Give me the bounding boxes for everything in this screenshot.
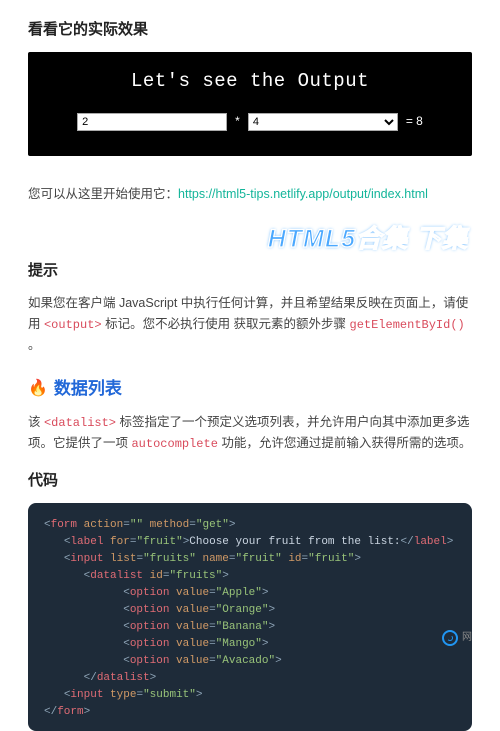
code-block: <form action="" method="get"> <label for…: [28, 503, 472, 731]
output-demo-panel: Let's see the Output * 4 = 8: [28, 52, 472, 156]
heading-code: 代码: [28, 469, 472, 493]
operand-a-input[interactable]: [77, 113, 227, 131]
tips-paragraph: 如果您在客户端 JavaScript 中执行任何计算，并且希望结果反映在页面上，…: [28, 293, 472, 357]
heading-tips: 提示: [28, 259, 472, 283]
code-datalist-tag: <datalist>: [44, 416, 116, 430]
watermark-text: HTML5合集 下集: [28, 219, 472, 259]
heading-datalist: 🔥 数据列表: [28, 375, 472, 402]
code-content: <form action="" method="get"> <label for…: [44, 517, 456, 722]
code-getid: getElementById(): [350, 318, 465, 332]
equals-result: = 8: [406, 112, 423, 131]
operand-b-select[interactable]: 4: [248, 113, 398, 131]
demo-row: * 4 = 8: [28, 112, 472, 131]
fire-icon: 🔥: [28, 376, 48, 402]
multiply-symbol: *: [235, 112, 240, 131]
demo-title: Let's see the Output: [28, 66, 472, 96]
datalist-paragraph: 该 <datalist> 标签指定了一个预定义选项列表，并允许用户向其中添加更多…: [28, 412, 472, 455]
code-output-tag: <output>: [44, 318, 102, 332]
demo-url-link[interactable]: https://html5-tips.netlify.app/output/in…: [178, 187, 428, 201]
code-autocomplete: autocomplete: [131, 437, 217, 451]
footer-watermark: 网: [442, 630, 472, 646]
logo-icon: [442, 630, 458, 646]
usage-paragraph: 您可以从这里开始使用它：https://html5-tips.netlify.a…: [28, 184, 472, 205]
heading-effect: 看看它的实际效果: [28, 18, 472, 42]
